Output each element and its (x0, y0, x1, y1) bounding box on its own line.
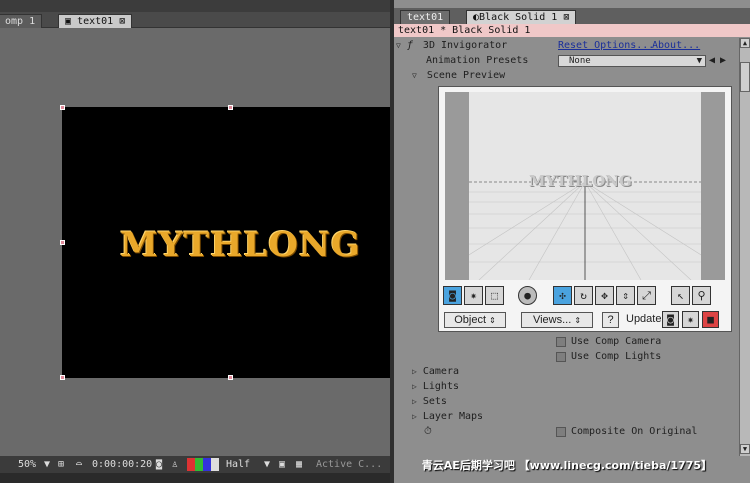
chevron-down-icon[interactable]: ▽ (412, 71, 417, 80)
scale-icon[interactable]: ⤢ (637, 286, 656, 305)
viewport-floor: MYTHLONG (469, 92, 701, 280)
preset-prev-icon[interactable]: ◀ (709, 54, 715, 68)
tab-text01[interactable]: text01 (400, 10, 451, 24)
chevron-right-icon[interactable]: ▷ (412, 397, 417, 406)
rotate-icon[interactable]: ↻ (574, 286, 593, 305)
layer-handle[interactable] (228, 105, 233, 110)
light-icon[interactable]: ✷ (464, 286, 483, 305)
pan-icon[interactable]: ✥ (595, 286, 614, 305)
chevron-right-icon[interactable]: ▷ (412, 367, 417, 376)
left-bottom-strip (0, 473, 390, 483)
scene-viewport[interactable]: MYTHLONG (445, 92, 725, 280)
animation-presets-label: Animation Presets (426, 55, 529, 66)
preview-3d-text: MYTHLONG (529, 172, 632, 190)
section-sets[interactable]: ▷ Sets (412, 395, 447, 409)
layer-handle[interactable] (60, 105, 65, 110)
canvas-text-layer[interactable]: MYTHLONG (120, 225, 361, 265)
pointer-icon[interactable]: ↖ (671, 286, 690, 305)
comp-canvas[interactable]: MYTHLONG (62, 107, 390, 378)
composite-on-original-label: Composite On Original (571, 426, 698, 437)
section-camera[interactable]: ▷ Camera (412, 365, 459, 379)
scroll-down-icon[interactable]: ▼ (740, 444, 750, 454)
chevron-right-icon[interactable]: ▷ (412, 412, 417, 421)
composition-icon: ▣ (65, 16, 72, 27)
update-label: Update: (626, 313, 665, 325)
scene-preview-toggle[interactable]: ▽ Scene Preview (412, 69, 505, 83)
help-button[interactable]: ? (602, 312, 619, 328)
comp-tab-bar: omp 1 ▣ text01 ⊠ (0, 12, 390, 28)
use-comp-camera-checkbox[interactable] (556, 337, 566, 347)
sphere-icon[interactable]: ● (518, 286, 537, 305)
fx-tab-bar: text01 ◐Black Solid 1 ⊠ (394, 8, 750, 24)
comp-title-strip (0, 0, 390, 12)
views-button[interactable]: Views... ⇕ (521, 312, 593, 328)
watermark-text: 青云AE后期学习吧 【www.linecg.com/tieba/1775】 (421, 459, 712, 472)
scene-preview-label: Scene Preview (426, 70, 506, 81)
tab-text01[interactable]: ▣ text01 ⊠ (58, 14, 133, 28)
chevron-updown-icon: ⇕ (574, 316, 582, 325)
composite-on-original-checkbox[interactable] (556, 427, 566, 437)
chevron-updown-icon: ⇕ (489, 316, 496, 325)
scroll-up-icon[interactable]: ▲ (740, 38, 750, 48)
dolly-icon[interactable]: ⇕ (616, 286, 635, 305)
fx-scrollbar[interactable]: ▲ ▼ (739, 38, 750, 456)
effect-controls-panel: text01 ◐Black Solid 1 ⊠ text01 * Black S… (394, 0, 750, 483)
layer-handle[interactable] (60, 240, 65, 245)
camera-icon[interactable]: ◙ (443, 286, 462, 305)
reset-options-link[interactable]: Reset Options... (558, 39, 654, 53)
move-icon[interactable]: ✣ (553, 286, 572, 305)
scene-preview-frame: MYTHLONG ◙ ✷ ⬚ ● ✣ ↻ ✥ ⇕ ⤢ ↖ ⚲ Object ⇕ … (438, 86, 732, 332)
preset-next-icon[interactable]: ▶ (720, 54, 726, 68)
layer-handle[interactable] (228, 375, 233, 380)
chevron-right-icon[interactable]: ▷ (412, 382, 417, 391)
update-light-icon[interactable]: ✷ (682, 311, 699, 328)
section-lights[interactable]: ▷ Lights (412, 380, 459, 394)
use-comp-lights-checkbox[interactable] (556, 352, 566, 362)
animation-presets-select[interactable]: None ▼ (558, 55, 706, 67)
presets-value: None (569, 56, 591, 66)
update-render-icon[interactable]: ■ (702, 311, 719, 328)
scroll-thumb[interactable] (740, 62, 750, 92)
section-layer-maps[interactable]: ▷ Layer Maps (412, 410, 483, 424)
stopwatch-icon[interactable]: ⏱ (424, 425, 432, 439)
effect-row[interactable]: ▽ ƒ 3D Invigorator (396, 39, 507, 53)
fx-panel-header: text01 * Black Solid 1 (394, 24, 750, 37)
use-comp-camera-label: Use Comp Camera (571, 336, 662, 347)
zoom-icon[interactable]: ⚲ (692, 286, 711, 305)
composition-panel: omp 1 ▣ text01 ⊠ MYTHLONG 50% ▼ ⊞ ⌓ 0:00… (0, 0, 390, 483)
update-camera-icon[interactable]: ◙ (662, 311, 679, 328)
effect-name: 3D Invigorator (422, 40, 508, 51)
tab-comp-1[interactable]: omp 1 (0, 14, 43, 28)
tab-black-solid-1[interactable]: ◐Black Solid 1 ⊠ (466, 10, 577, 24)
object-tool-icon[interactable]: ⬚ (485, 286, 504, 305)
chevron-down-icon: ▼ (696, 56, 702, 66)
layer-handle[interactable] (60, 375, 65, 380)
chevron-down-icon[interactable]: ▽ (396, 41, 401, 50)
object-button[interactable]: Object ⇕ (444, 312, 506, 328)
about-link[interactable]: About... (652, 39, 700, 53)
use-comp-lights-label: Use Comp Lights (571, 351, 662, 362)
fx-icon[interactable]: ƒ (407, 40, 413, 51)
close-icon[interactable]: ⊠ (563, 12, 569, 23)
close-icon[interactable]: ⊠ (119, 16, 125, 27)
